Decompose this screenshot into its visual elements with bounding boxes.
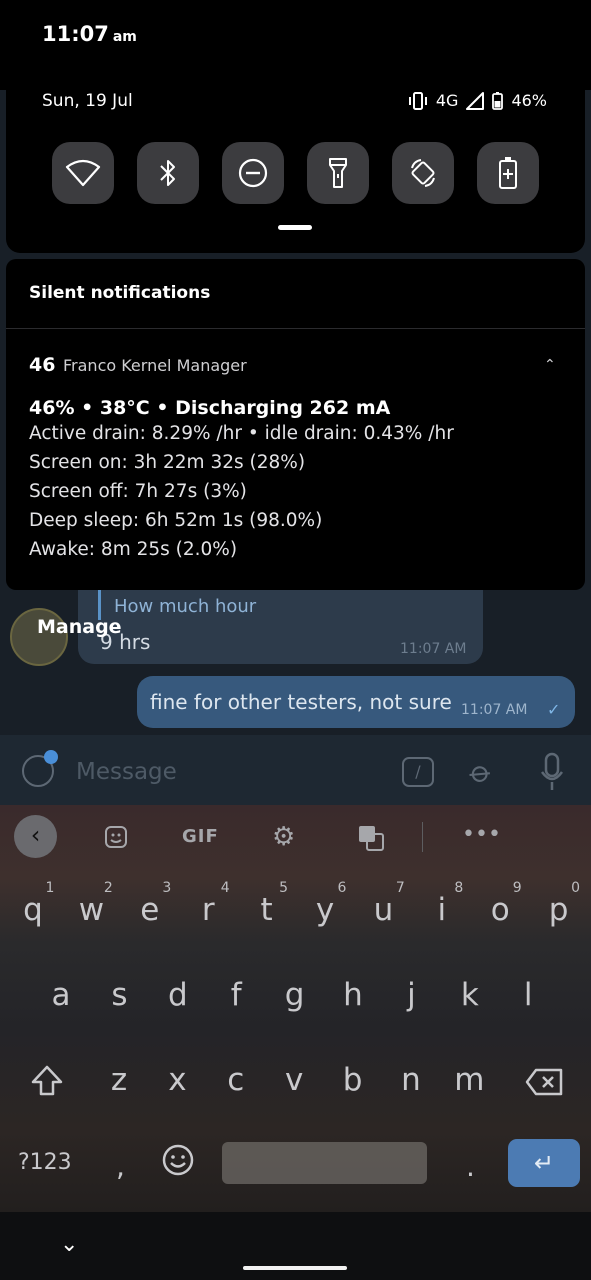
shade-drag-handle[interactable]: [278, 225, 312, 230]
message-input[interactable]: Message: [76, 759, 177, 785]
notification-app-name: Franco Kernel Manager: [63, 356, 247, 375]
key-d[interactable]: d: [158, 977, 198, 1013]
read-check-icon: ✓: [547, 700, 561, 719]
incoming-message-time: 11:07 AM: [400, 641, 467, 657]
key-c[interactable]: c: [216, 1062, 256, 1098]
gif-button[interactable]: GIF: [182, 826, 219, 847]
outgoing-message-time: 11:07 AM: [461, 702, 528, 718]
key-number-hint: 5: [279, 880, 289, 896]
status-icons: 4G 46%: [408, 91, 547, 110]
key-b[interactable]: b: [333, 1062, 373, 1098]
hide-keyboard-chevron-icon[interactable]: ⌄: [60, 1232, 78, 1257]
notification-line: Deep sleep: 6h 52m 1s (98.0%): [29, 510, 323, 531]
notification-line: Active drain: 8.29% /hr • idle drain: 0.…: [29, 423, 454, 444]
key-number-hint: 7: [395, 880, 405, 896]
translate-icon[interactable]: [358, 825, 384, 851]
key-z[interactable]: z: [99, 1062, 139, 1098]
shift-icon[interactable]: [30, 1064, 64, 1098]
network-type-label: 4G: [435, 91, 459, 110]
key-number-hint: 3: [162, 880, 172, 896]
key-g[interactable]: g: [275, 977, 315, 1013]
vibrate-icon: [408, 91, 427, 110]
key-a[interactable]: a: [41, 977, 81, 1013]
key-number-hint: 6: [337, 880, 347, 896]
bluetooth-icon: [160, 160, 175, 186]
key-number-hint: 1: [45, 880, 55, 896]
silent-notifications-header: Silent notifications: [29, 283, 211, 303]
auto-rotate-icon: [411, 159, 435, 187]
clock: 11:07 am: [42, 22, 137, 46]
reply-quote-bar: [98, 586, 101, 620]
bot-command-icon[interactable]: /: [402, 757, 434, 787]
symbols-key[interactable]: ?123: [18, 1150, 72, 1175]
manage-button[interactable]: Manage: [37, 616, 122, 638]
key-number-hint: 0: [571, 880, 581, 896]
keyboard-back-icon[interactable]: ‹: [14, 815, 57, 858]
backspace-icon[interactable]: [525, 1068, 563, 1096]
key-number-hint: 2: [103, 880, 113, 896]
key-r[interactable]: r: [188, 892, 228, 928]
key-l[interactable]: l: [508, 977, 548, 1013]
outgoing-message-text: fine for other testers, not sure: [150, 690, 452, 714]
comma-key[interactable]: ,: [116, 1150, 125, 1183]
key-q[interactable]: q: [13, 892, 53, 928]
microphone-icon[interactable]: [540, 752, 564, 792]
date-label: Sun, 19 Jul: [42, 91, 133, 111]
key-k[interactable]: k: [450, 977, 490, 1013]
notification-divider: [6, 328, 585, 329]
battery-saver-icon: [499, 157, 517, 189]
notification-line: Awake: 8m 25s (2.0%): [29, 539, 238, 560]
battery-percentage: 46%: [511, 91, 547, 110]
do-not-disturb-tile[interactable]: [222, 142, 284, 204]
key-y[interactable]: y: [305, 892, 345, 928]
wifi-icon: [65, 159, 101, 187]
key-number-hint: 9: [512, 880, 522, 896]
period-key[interactable]: .: [466, 1150, 475, 1183]
emoji-icon[interactable]: [162, 1144, 194, 1176]
app-icon-badge: 46: [29, 354, 56, 376]
key-p[interactable]: p: [539, 892, 579, 928]
more-options-icon[interactable]: •••: [462, 822, 501, 847]
settings-gear-icon[interactable]: ⚙: [272, 822, 295, 852]
key-u[interactable]: u: [363, 892, 403, 928]
enter-key[interactable]: ↵: [508, 1139, 580, 1187]
sticker-keyboard-icon[interactable]: [104, 825, 128, 849]
gesture-handle[interactable]: [243, 1266, 347, 1270]
key-f[interactable]: f: [216, 977, 256, 1013]
notification-line: Screen on: 3h 22m 32s (28%): [29, 452, 306, 473]
key-s[interactable]: s: [99, 977, 139, 1013]
key-m[interactable]: m: [449, 1062, 489, 1098]
key-o[interactable]: o: [480, 892, 520, 928]
key-e[interactable]: e: [130, 892, 170, 928]
signal-icon: [466, 91, 485, 110]
key-t[interactable]: t: [247, 892, 287, 928]
do-not-disturb-icon: [238, 158, 268, 188]
flashlight-icon: [329, 158, 347, 188]
battery-icon: [492, 91, 504, 110]
notification-line: Screen off: 7h 27s (3%): [29, 481, 247, 502]
space-bar[interactable]: [222, 1142, 427, 1184]
key-v[interactable]: v: [274, 1062, 314, 1098]
key-number-hint: 8: [454, 880, 464, 896]
toolbar-divider: [422, 822, 423, 852]
key-j[interactable]: j: [391, 977, 431, 1013]
quoted-message-text: How much hour: [114, 596, 257, 617]
key-i[interactable]: i: [422, 892, 462, 928]
key-x[interactable]: x: [157, 1062, 197, 1098]
auto-rotate-tile[interactable]: [392, 142, 454, 204]
key-n[interactable]: n: [391, 1062, 431, 1098]
battery-saver-tile[interactable]: [477, 142, 539, 204]
key-number-hint: 4: [220, 880, 230, 896]
key-w[interactable]: w: [71, 892, 111, 928]
key-h[interactable]: h: [333, 977, 373, 1013]
flashlight-tile[interactable]: [307, 142, 369, 204]
bluetooth-tile[interactable]: [137, 142, 199, 204]
notification-headline: 46% • 38°C • Discharging 262 mA: [29, 397, 391, 419]
wifi-tile[interactable]: [52, 142, 114, 204]
chevron-up-icon[interactable]: ⌃: [544, 357, 556, 373]
sticker-badge: [44, 750, 58, 764]
